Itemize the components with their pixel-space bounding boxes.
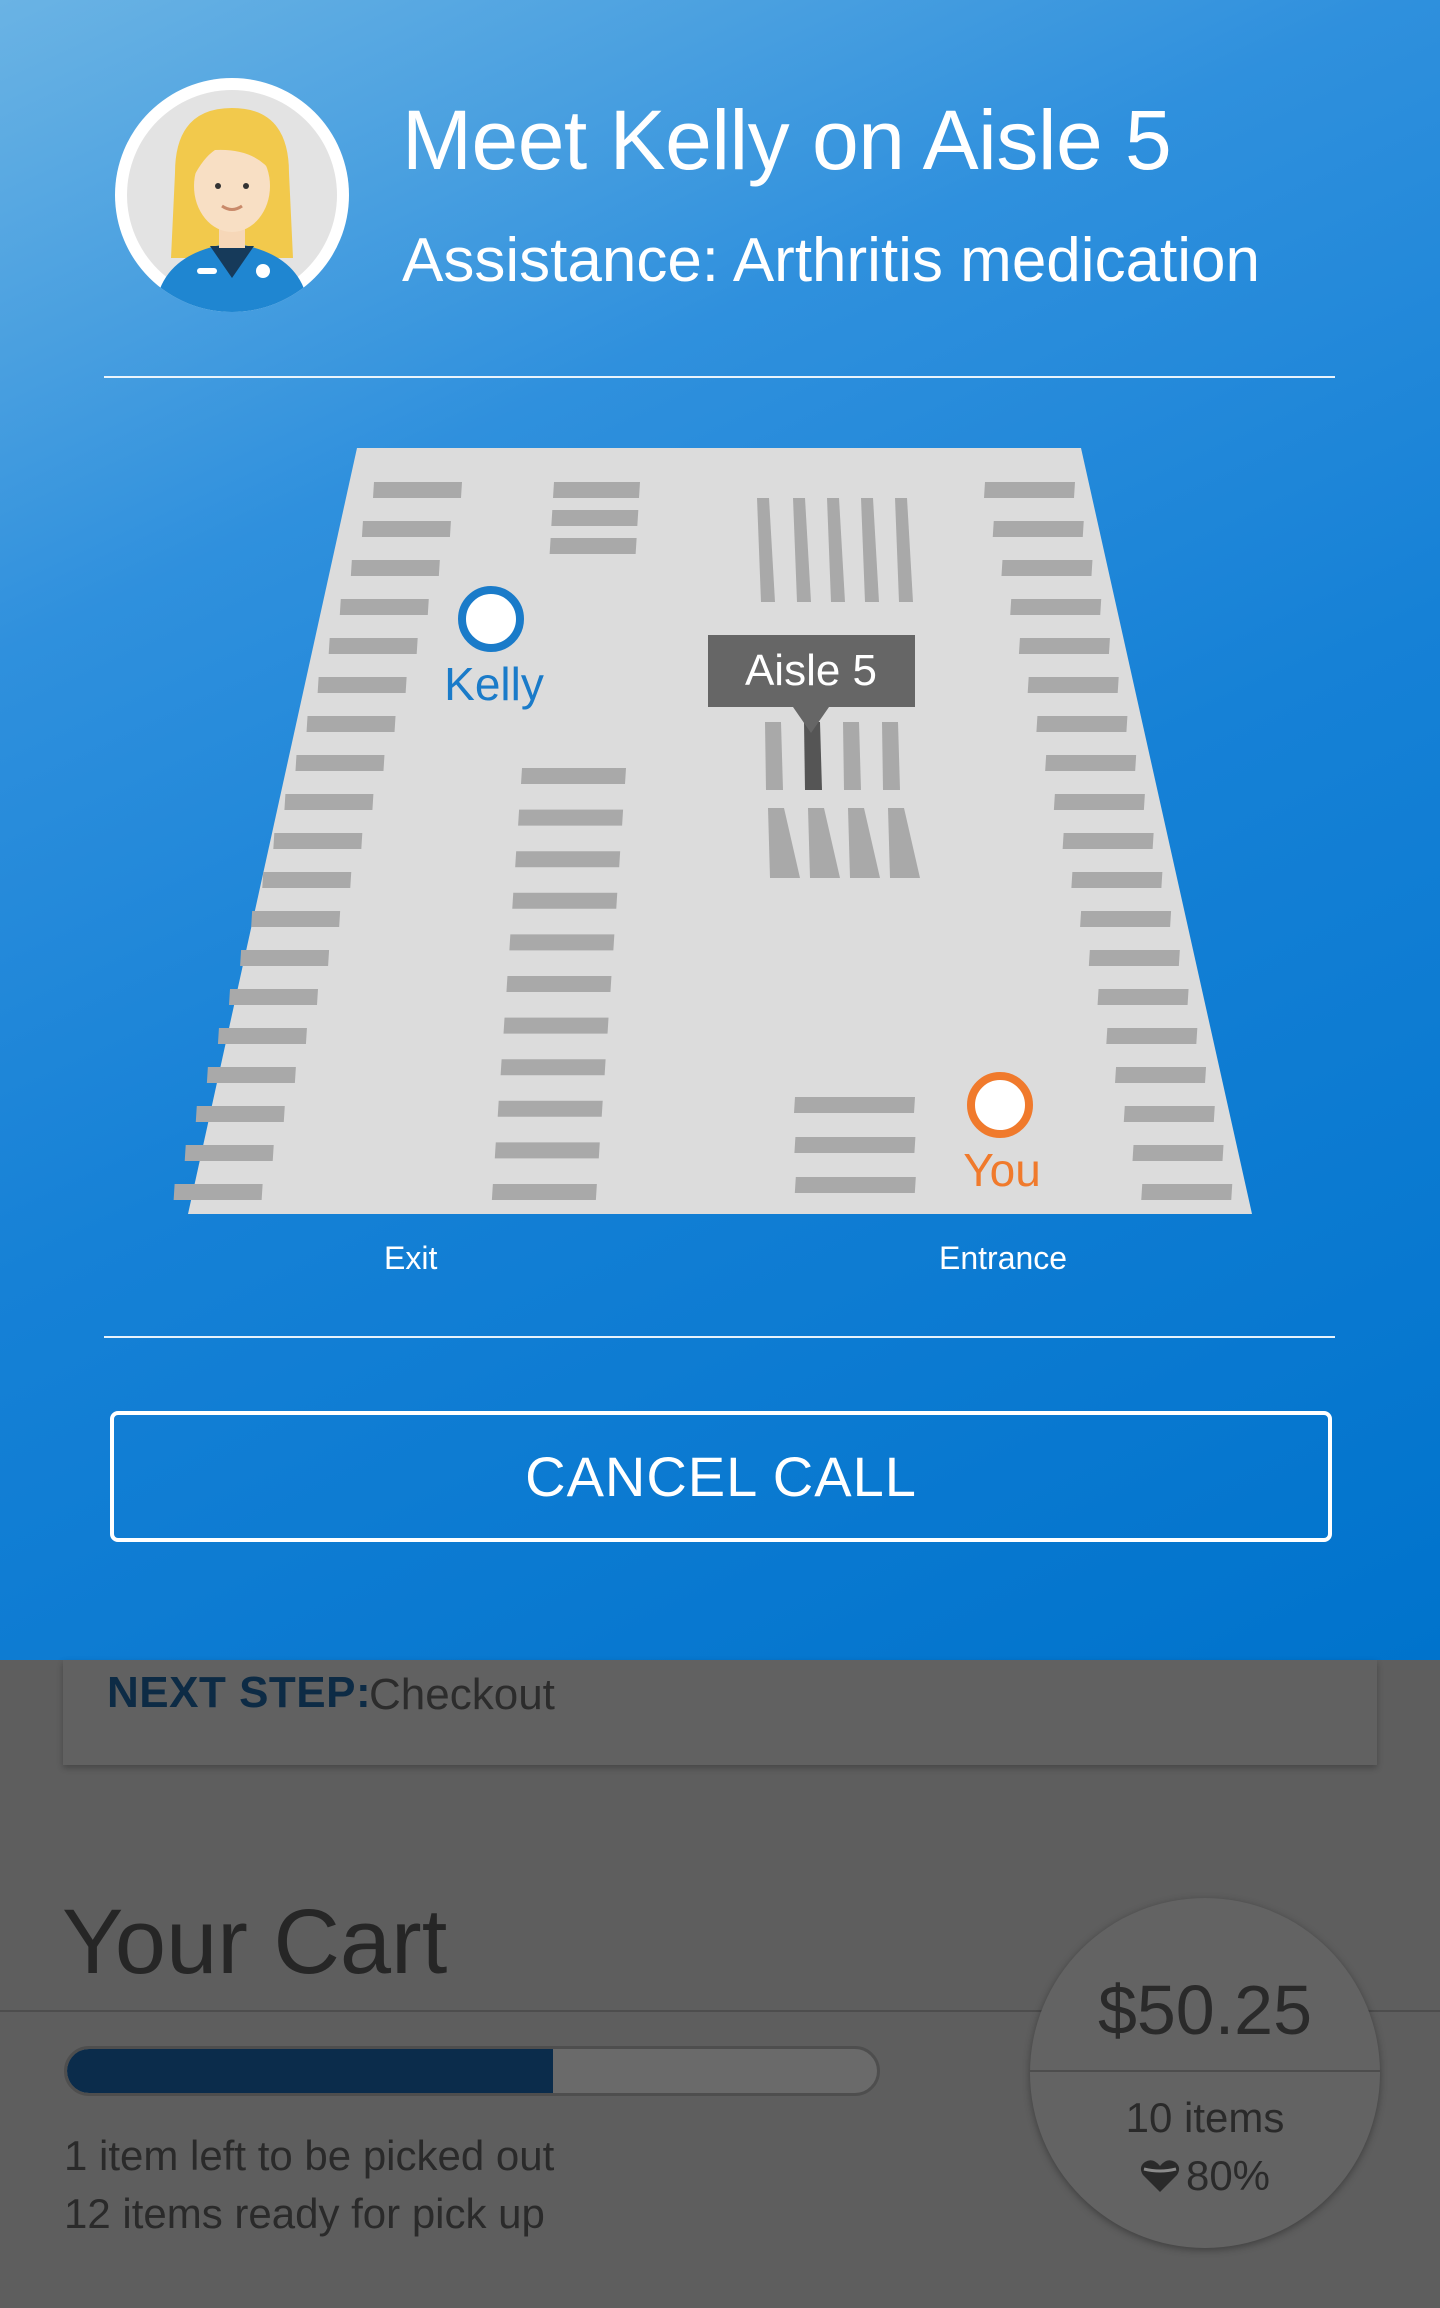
shelf [553, 482, 640, 498]
cart-item-count: 10 items [1125, 2094, 1285, 2141]
shelf [500, 1059, 606, 1076]
shelf [765, 722, 783, 790]
health-score: 80% [1030, 2152, 1380, 2203]
shelf [273, 833, 363, 849]
shelf [882, 722, 900, 790]
shelf [491, 1184, 597, 1200]
shelf [992, 521, 1084, 537]
shelf [1027, 677, 1119, 693]
shelf [373, 482, 462, 498]
shelf [1097, 989, 1189, 1005]
shelf [1080, 911, 1172, 927]
items-ready-text: 12 items ready for pick up [64, 2190, 545, 2237]
modal-title: Meet Kelly on Aisle 5 [402, 93, 1172, 187]
assistance-modal: Meet Kelly on Aisle 5 Assistance: Arthri… [0, 0, 1440, 1660]
shelf [503, 1017, 609, 1034]
shelf [984, 482, 1075, 498]
shelf [1053, 794, 1145, 810]
top-divider [104, 376, 1335, 378]
aisle-5-shelf [804, 722, 822, 790]
shelf [284, 794, 374, 810]
kelly-label: Kelly [444, 658, 544, 710]
shelf [306, 716, 396, 732]
exit-label: Exit [384, 1240, 438, 1276]
shelf [1132, 1145, 1224, 1161]
shelf [549, 538, 637, 554]
health-score-value: 80% [1185, 2152, 1271, 2199]
shelf [262, 872, 352, 888]
you-label: You [963, 1144, 1041, 1196]
shelf [1062, 833, 1154, 849]
shelf [518, 809, 624, 826]
shelf [251, 911, 341, 927]
aisle-callout-label: Aisle 5 [745, 646, 877, 695]
shelf [206, 1067, 296, 1083]
shelf [1141, 1184, 1233, 1200]
pickup-progress-fill [67, 2049, 553, 2093]
shelf [195, 1106, 285, 1122]
shelf [497, 1100, 603, 1117]
shelf [1115, 1067, 1207, 1083]
next-step-label: NEXT STEP: [107, 1668, 372, 1717]
shelf [173, 1184, 263, 1200]
next-step-value: Checkout [369, 1670, 555, 1719]
store-map: Aisle 5 Kelly You [173, 448, 1252, 1214]
shelf [350, 560, 440, 576]
shelf [1071, 872, 1163, 888]
cart-total-badge[interactable]: $50.25 10 items 80% [1030, 1898, 1380, 2248]
shelf [361, 521, 451, 537]
cart-total-divider [1030, 2070, 1380, 2072]
shelf [295, 755, 385, 771]
entrance-label: Entrance [939, 1240, 1068, 1276]
items-left-text: 1 item left to be picked out [64, 2132, 555, 2179]
shelf [521, 768, 626, 784]
shelf [317, 677, 407, 693]
shelf [1010, 599, 1102, 615]
heart-icon [1140, 2155, 1180, 2203]
shelf [512, 892, 618, 909]
shelf [1036, 716, 1128, 732]
shelf [506, 976, 612, 992]
shelf [515, 851, 621, 868]
assistant-avatar [115, 78, 349, 312]
bottom-divider [104, 1336, 1335, 1338]
shelf [1045, 755, 1137, 771]
cart-total-amount: $50.25 [1097, 1971, 1313, 2049]
shelf [1088, 950, 1180, 966]
modal-subtitle: Assistance: Arthritis medication [402, 226, 1261, 295]
shelf [509, 934, 615, 951]
shelf [794, 1097, 915, 1113]
shelf [1001, 560, 1093, 576]
shelf [794, 1137, 916, 1153]
cancel-call-button[interactable]: CANCEL CALL [110, 1411, 1332, 1542]
shelf [1018, 638, 1110, 654]
shelf [229, 989, 319, 1005]
shelf [217, 1028, 307, 1044]
shelf [339, 599, 429, 615]
pickup-progress-bar [64, 2046, 880, 2096]
shelf [328, 638, 418, 654]
shelf [551, 510, 639, 526]
shelf [184, 1145, 274, 1161]
shelf [240, 950, 330, 966]
shelf [794, 1177, 916, 1193]
shelf [494, 1142, 600, 1159]
shelf [843, 722, 861, 790]
shelf [1106, 1028, 1198, 1044]
cart-title: Your Cart [62, 1891, 448, 1993]
shelf [1123, 1106, 1215, 1122]
next-step-card[interactable]: NEXT STEP: Checkout [63, 1660, 1377, 1765]
store-floor [188, 448, 1252, 1214]
